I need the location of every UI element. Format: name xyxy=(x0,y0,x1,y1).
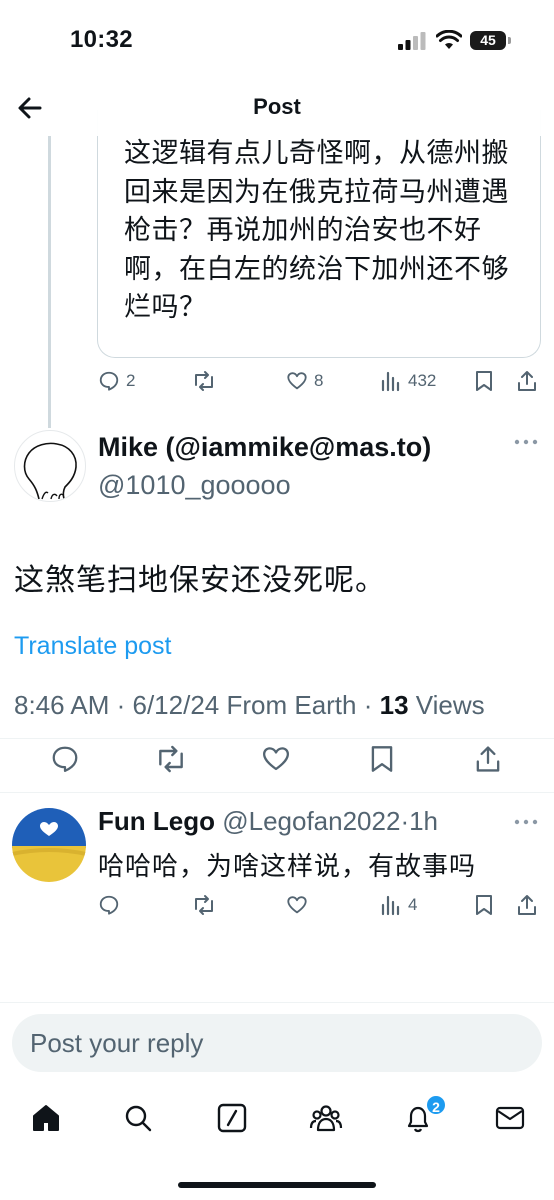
reply-avatar[interactable] xyxy=(12,808,86,882)
tab-home[interactable] xyxy=(26,1098,66,1138)
main-post-actions xyxy=(0,744,554,780)
post-views-label: Views xyxy=(408,690,485,720)
reply-icon xyxy=(52,746,78,772)
bookmark-icon xyxy=(476,895,492,915)
home-icon xyxy=(33,1105,59,1131)
parent-post-actions: 2 8 432 xyxy=(0,370,554,406)
share-icon xyxy=(518,895,536,915)
battery-nub xyxy=(508,37,511,44)
tab-communities[interactable] xyxy=(306,1098,346,1138)
divider xyxy=(0,738,554,739)
reply-icon xyxy=(99,895,119,915)
repost-icon xyxy=(159,745,183,773)
communities-icon xyxy=(309,1105,343,1132)
grok-icon xyxy=(217,1103,247,1133)
reply-button[interactable] xyxy=(98,894,126,916)
like-button[interactable] xyxy=(286,894,314,916)
post-views-count[interactable]: 13 xyxy=(380,690,409,720)
notifications-badge: 2 xyxy=(425,1094,447,1116)
post-timestamp: 8:46 AM · 6/12/24 From Earth · xyxy=(14,690,380,720)
avatar[interactable] xyxy=(14,430,86,502)
author-name[interactable]: Mike (@iammike@mas.to) xyxy=(98,432,431,463)
bookmark-button[interactable] xyxy=(369,744,401,774)
views-count: 432 xyxy=(408,371,437,390)
bookmark-icon xyxy=(371,746,393,772)
reply-time: ·1h xyxy=(400,806,439,836)
reply-author-handle[interactable]: @Legofan2022 xyxy=(222,806,400,836)
share-button[interactable] xyxy=(516,370,544,392)
more-options-icon[interactable] xyxy=(514,818,538,826)
views-count: 4 xyxy=(408,895,418,914)
nav-header: Post xyxy=(0,80,554,136)
share-button[interactable] xyxy=(516,894,544,916)
reply-input-placeholder: Post your reply xyxy=(30,1028,204,1058)
bookmark-button[interactable] xyxy=(474,370,500,392)
search-icon xyxy=(125,1105,152,1132)
wifi-icon xyxy=(436,30,462,49)
page-title: Post xyxy=(253,94,301,119)
tab-grok[interactable] xyxy=(212,1098,252,1138)
views-chart-icon xyxy=(381,371,400,392)
status-time: 10:32 xyxy=(70,26,133,53)
reply-icon xyxy=(99,371,119,391)
author-handle[interactable]: @1010_gooooo xyxy=(98,470,291,501)
repost-icon xyxy=(195,895,213,915)
post-text: 这煞笔扫地保安还没死呢。 xyxy=(14,564,386,597)
views-button[interactable]: 4 xyxy=(380,894,417,916)
divider xyxy=(0,1002,554,1003)
bookmark-icon xyxy=(476,371,492,391)
reply-button[interactable]: 2 xyxy=(98,370,135,392)
views-chart-icon xyxy=(381,895,400,916)
signal-icon xyxy=(398,32,426,50)
parent-post-text: 这逻辑有点儿奇怪啊，从德州搬回来是因为在俄克拉荷马州遭遇枪击？再说加州的治安也不… xyxy=(124,138,509,322)
mail-icon xyxy=(495,1106,525,1130)
tab-search[interactable] xyxy=(118,1098,158,1138)
like-button[interactable]: 8 xyxy=(286,370,323,392)
repost-button[interactable] xyxy=(192,894,222,916)
divider xyxy=(0,792,554,793)
bookmark-button[interactable] xyxy=(474,894,500,916)
repost-button[interactable] xyxy=(192,370,222,392)
tab-messages[interactable] xyxy=(490,1098,530,1138)
reply-actions: 4 xyxy=(0,894,554,930)
translate-post-link[interactable]: Translate post xyxy=(14,632,171,661)
like-count: 8 xyxy=(314,371,324,390)
status-bar: 10:32 45 xyxy=(0,0,554,80)
repost-icon xyxy=(195,371,213,391)
reply-author-name[interactable]: Fun Lego xyxy=(98,806,215,836)
battery-icon: 45 xyxy=(470,31,506,50)
reply-text: 哈哈哈，为啥这样说，有故事吗 xyxy=(98,851,477,881)
landscape-avatar-icon xyxy=(12,808,86,882)
share-button[interactable] xyxy=(474,744,508,774)
heart-icon xyxy=(263,747,289,771)
share-icon xyxy=(476,746,500,772)
views-button[interactable]: 432 xyxy=(380,370,436,392)
reply-input[interactable]: Post your reply xyxy=(12,1014,542,1072)
reply-button[interactable] xyxy=(50,744,86,774)
heart-icon xyxy=(287,372,307,390)
more-options-icon[interactable] xyxy=(514,438,538,446)
ghost-avatar-icon xyxy=(23,442,77,500)
repost-button[interactable] xyxy=(155,744,193,774)
like-button[interactable] xyxy=(261,744,297,774)
reply-count: 2 xyxy=(126,371,136,390)
heart-icon xyxy=(287,896,307,914)
post-meta: 8:46 AM · 6/12/24 From Earth · 13 Views xyxy=(14,690,485,721)
home-indicator xyxy=(178,1182,376,1188)
reply-header: Fun Lego @Legofan2022·1h xyxy=(98,806,438,837)
share-icon xyxy=(518,371,536,391)
